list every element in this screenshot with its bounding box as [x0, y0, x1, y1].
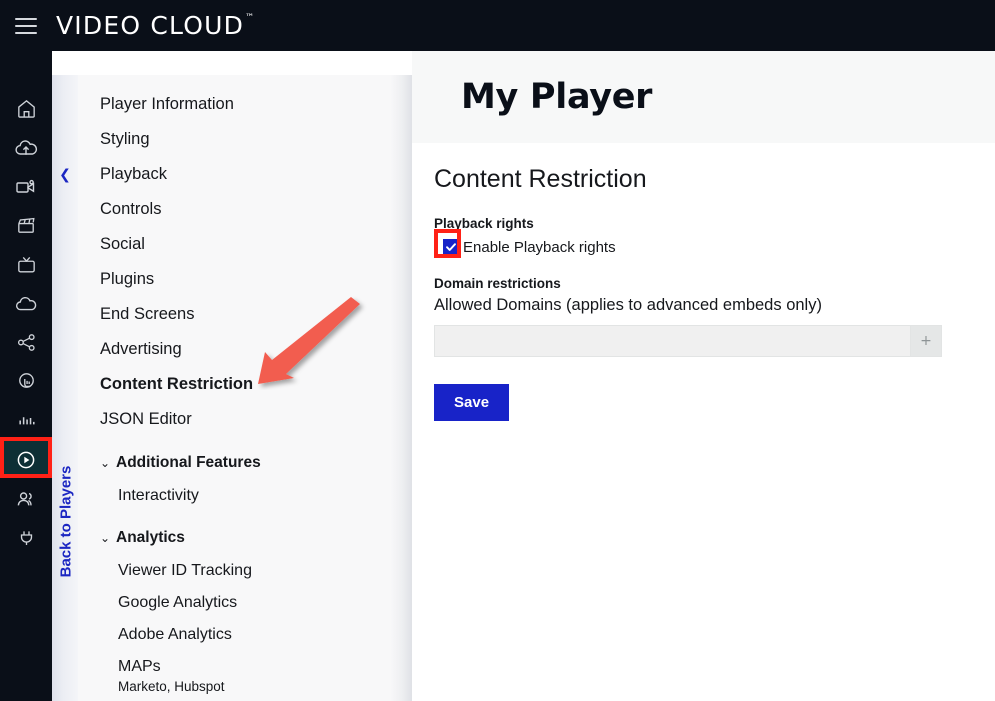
enable-playback-rights-checkbox[interactable] [443, 239, 459, 255]
brand-text: VIDEO CLOUD [56, 11, 244, 40]
cloud-upload-icon [14, 136, 38, 160]
nav-item-label: Content Restriction [100, 375, 253, 394]
content-body: Content Restriction Playback rights Enab… [412, 143, 995, 421]
chevron-left-icon[interactable]: ❮ [52, 167, 78, 183]
back-to-players-link[interactable]: Back to Players [58, 462, 75, 582]
nav-list: Player Information Styling Playback Cont… [78, 75, 412, 694]
enable-playback-rights-label[interactable]: Enable Playback rights [463, 239, 616, 256]
plug-icon [15, 526, 38, 549]
nav-item-plugins[interactable]: Plugins [78, 262, 412, 297]
playback-rights-label: Playback rights [434, 216, 973, 231]
rail-item-live[interactable] [0, 167, 52, 206]
rail-item-upload[interactable] [0, 128, 52, 167]
content-header: My Player [412, 51, 995, 143]
app-root: VIDEO CLOUD ™ [0, 0, 995, 701]
analytics-bars-icon [15, 409, 38, 432]
video-camera-icon [14, 175, 38, 199]
nav-item-label: Styling [100, 130, 150, 149]
cloud-icon [14, 292, 38, 316]
rail-item-media[interactable] [0, 206, 52, 245]
hamburger-icon[interactable] [0, 0, 52, 51]
rail-item-players[interactable] [0, 440, 52, 479]
nav-item-content-restriction[interactable]: Content Restriction [78, 367, 412, 402]
rail-item-home[interactable] [0, 89, 52, 128]
icon-rail [0, 51, 52, 701]
page-title: My Player [461, 77, 652, 117]
nav-sub-item-label: Interactivity [118, 487, 199, 505]
share-nodes-icon [15, 331, 38, 354]
nav-item-label: End Screens [100, 305, 194, 324]
nav-sub-item-label: Google Analytics [118, 594, 237, 612]
nav-item-player-information[interactable]: Player Information [78, 87, 412, 122]
chevron-down-icon: ⌄ [100, 456, 116, 470]
nav-item-end-screens[interactable]: End Screens [78, 297, 412, 332]
nav-item-controls[interactable]: Controls [78, 192, 412, 227]
domain-restrictions-label: Domain restrictions [434, 276, 973, 291]
nav-item-label: Advertising [100, 340, 182, 359]
home-icon [15, 97, 38, 120]
nav-item-advertising[interactable]: Advertising [78, 332, 412, 367]
nav-item-label: Controls [100, 200, 161, 219]
check-icon [445, 241, 457, 253]
play-circle-icon [14, 448, 38, 472]
trademark-symbol: ™ [245, 14, 255, 23]
nav-item-label: Playback [100, 165, 167, 184]
hamburger-line [15, 18, 37, 20]
nav-item-json-editor[interactable]: JSON Editor [78, 402, 412, 437]
top-bar: VIDEO CLOUD ™ [0, 0, 995, 51]
brand-logo[interactable]: VIDEO CLOUD ™ [56, 11, 255, 40]
nav-group-label: Analytics [116, 529, 185, 547]
nav-sub-item-interactivity[interactable]: Interactivity [78, 480, 412, 512]
nav-item-label: Social [100, 235, 145, 254]
audience-icon [14, 487, 38, 511]
rail-item-interactivity[interactable] [0, 362, 52, 401]
nav-item-label: Player Information [100, 95, 234, 114]
allowed-domains-row: + [434, 325, 942, 357]
nav-item-label: JSON Editor [100, 410, 192, 429]
hamburger-line [15, 25, 37, 27]
nav-item-playback[interactable]: Playback [78, 157, 412, 192]
add-domain-button[interactable]: + [911, 325, 942, 357]
section-title: Content Restriction [434, 165, 973, 194]
interactivity-icon [15, 370, 38, 393]
player-settings-nav: Player Information Styling Playback Cont… [78, 75, 412, 701]
allowed-domains-input[interactable] [434, 325, 911, 357]
nav-sub-item-google-analytics[interactable]: Google Analytics [78, 587, 412, 619]
nav-group-analytics[interactable]: ⌄ Analytics [78, 520, 412, 555]
rail-item-integrations[interactable] [0, 518, 52, 557]
nav-sub-item-label: Adobe Analytics [118, 626, 232, 644]
nav-sub-item-label: Viewer ID Tracking [118, 562, 252, 580]
nav-group-label: Additional Features [116, 454, 261, 472]
rail-item-channels[interactable] [0, 245, 52, 284]
tv-icon [15, 253, 38, 276]
nav-sub-item-maps-note: Marketo, Hubspot [78, 679, 412, 694]
nav-item-styling[interactable]: Styling [78, 122, 412, 157]
save-button[interactable]: Save [434, 384, 509, 421]
hamburger-line [15, 32, 37, 34]
enable-playback-rights-row: Enable Playback rights [434, 236, 973, 258]
clapperboard-icon [15, 214, 38, 237]
nav-sub-item-label: MAPs [118, 658, 161, 676]
rail-item-cloud-playout[interactable] [0, 284, 52, 323]
nav-group-additional-features[interactable]: ⌄ Additional Features [78, 445, 412, 480]
rail-item-audience[interactable] [0, 479, 52, 518]
allowed-domains-label: Allowed Domains (applies to advanced emb… [434, 296, 973, 315]
content-panel: My Player Content Restriction Playback r… [412, 51, 995, 701]
rail-item-analytics[interactable] [0, 401, 52, 440]
rail-item-social[interactable] [0, 323, 52, 362]
chevron-down-icon: ⌄ [100, 531, 116, 545]
nav-sub-item-viewer-id-tracking[interactable]: Viewer ID Tracking [78, 555, 412, 587]
nav-sub-item-adobe-analytics[interactable]: Adobe Analytics [78, 619, 412, 651]
nav-item-social[interactable]: Social [78, 227, 412, 262]
nav-item-label: Plugins [100, 270, 154, 289]
nav-collapse-strip[interactable]: ❮ Back to Players [52, 75, 78, 701]
